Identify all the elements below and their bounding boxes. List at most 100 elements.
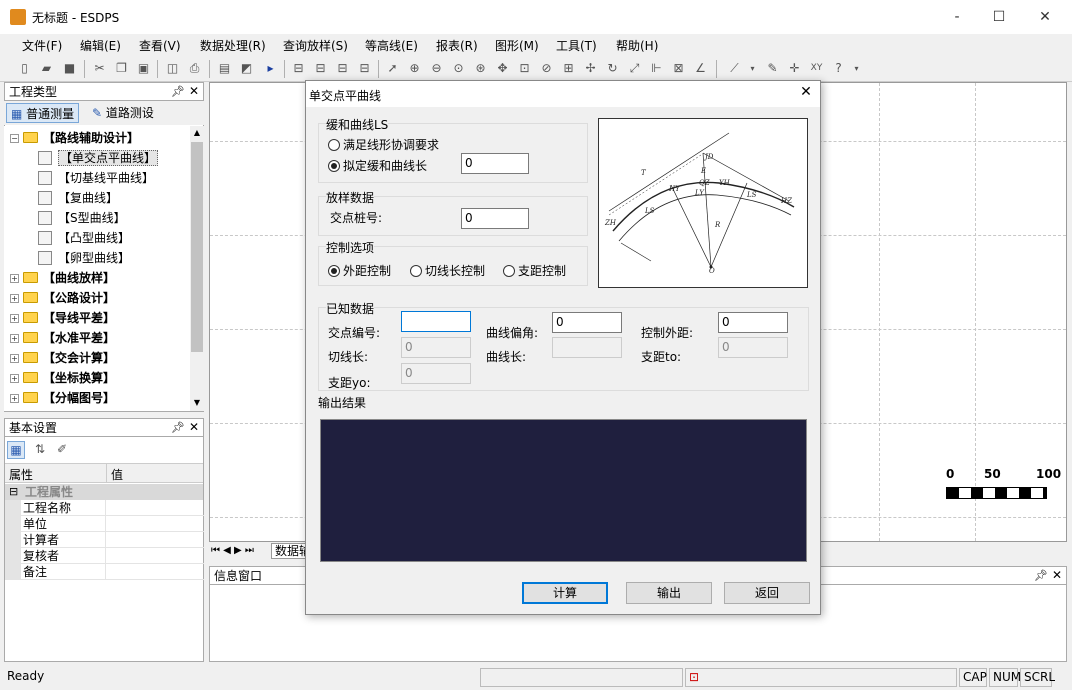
- tree-scroll-thumb[interactable]: [191, 142, 203, 352]
- scale-icon[interactable]: ⤢: [626, 60, 643, 77]
- pen-icon[interactable]: ✎: [764, 60, 781, 77]
- back-button[interactable]: 返回: [724, 582, 810, 604]
- calculate-button[interactable]: 计算: [522, 582, 608, 604]
- tree-leaf-item[interactable]: 【切基线平曲线】: [38, 168, 154, 188]
- xy-coordinate-icon[interactable]: XY: [808, 60, 825, 77]
- zoom-out-icon[interactable]: ⊖: [428, 60, 445, 77]
- tree-folder-item[interactable]: + 【交会计算】: [10, 348, 115, 368]
- pan-icon[interactable]: ✥: [494, 60, 511, 77]
- properties-icon[interactable]: ✐: [53, 441, 71, 459]
- menu-data-processing[interactable]: 数据处理(R): [200, 37, 266, 54]
- export-button[interactable]: 输出: [626, 582, 712, 604]
- tab-general-survey[interactable]: ▦ 普通测量: [6, 103, 80, 123]
- expand-icon[interactable]: +: [10, 274, 19, 283]
- tree-folder-item[interactable]: − 【路线辅助设计】: [10, 128, 139, 148]
- offset-icon[interactable]: ⊠: [670, 60, 687, 77]
- move-icon[interactable]: ✢: [582, 60, 599, 77]
- zoom-in-icon[interactable]: ⊕: [406, 60, 423, 77]
- minimize-button[interactable]: -: [934, 0, 980, 34]
- tree-folder-item[interactable]: + 【导线平差】: [10, 308, 115, 328]
- tree-leaf-item[interactable]: 【S型曲线】: [38, 208, 126, 228]
- pin-icon[interactable]: 📌︎: [1034, 569, 1048, 582]
- angle-icon[interactable]: ∠: [692, 60, 709, 77]
- menu-contour[interactable]: 等高线(E): [365, 37, 418, 54]
- tree-folder-item[interactable]: + 【公路设计】: [10, 288, 115, 308]
- tree-leaf-item[interactable]: 【凸型曲线】: [38, 228, 130, 248]
- crosshair-icon[interactable]: ✛: [786, 60, 803, 77]
- tree-folder-item[interactable]: + 【曲线放样】: [10, 268, 115, 288]
- tab-road-survey[interactable]: ✎ 道路测设: [88, 103, 158, 123]
- categorized-icon[interactable]: ▦: [7, 441, 25, 459]
- zoom-window-icon[interactable]: ⊙: [450, 60, 467, 77]
- close-icon[interactable]: ✕: [189, 84, 199, 98]
- layer-last-icon[interactable]: ⊟: [356, 60, 373, 77]
- expand-icon[interactable]: +: [10, 394, 19, 403]
- menu-tools[interactable]: 工具(T): [556, 37, 597, 54]
- tree-folder-item[interactable]: + 【水准平差】: [10, 328, 115, 348]
- dropdown-arrow-icon[interactable]: ▾: [744, 60, 761, 77]
- control-external-input[interactable]: 0: [718, 312, 788, 333]
- zoom-extents-icon[interactable]: ⊡: [516, 60, 533, 77]
- print-preview-icon[interactable]: ◫: [164, 60, 181, 77]
- ls-option-preset[interactable]: 拟定缓和曲线长: [328, 157, 427, 174]
- layer-first-icon[interactable]: ⊟: [290, 60, 307, 77]
- menu-file[interactable]: 文件(F): [22, 37, 62, 54]
- new-file-icon[interactable]: ▯: [16, 60, 33, 77]
- expand-icon[interactable]: +: [10, 354, 19, 363]
- menu-help[interactable]: 帮助(H): [616, 37, 658, 54]
- control-option-external[interactable]: 外距控制: [328, 262, 391, 279]
- menu-graphics[interactable]: 图形(M): [495, 37, 539, 54]
- mirror-icon[interactable]: ⊩: [648, 60, 665, 77]
- layer-prev-icon[interactable]: ⊟: [312, 60, 329, 77]
- close-icon[interactable]: ✕: [189, 420, 199, 434]
- control-option-tangent[interactable]: 切线长控制: [410, 262, 485, 279]
- menu-query-stakeout[interactable]: 查询放样(S): [283, 37, 348, 54]
- menu-edit[interactable]: 编辑(E): [80, 37, 121, 54]
- zoom-previous-icon[interactable]: ⊘: [538, 60, 555, 77]
- maximize-button[interactable]: ☐: [976, 0, 1022, 34]
- pointer-icon[interactable]: ➚: [384, 60, 401, 77]
- line-icon[interactable]: ⟋: [726, 60, 743, 77]
- tree-folder-item[interactable]: + 【坐标换算】: [10, 368, 115, 388]
- ls-length-input[interactable]: 0: [461, 153, 529, 174]
- open-folder-icon[interactable]: ▰: [38, 60, 55, 77]
- tree-leaf-item[interactable]: 【卵型曲线】: [38, 248, 130, 268]
- paste-icon[interactable]: ▣: [135, 60, 152, 77]
- zoom-realtime-icon[interactable]: ⊛: [472, 60, 489, 77]
- expand-icon[interactable]: +: [10, 314, 19, 323]
- collapse-icon[interactable]: −: [10, 134, 19, 143]
- deflection-angle-input[interactable]: 0: [552, 312, 622, 333]
- help-icon[interactable]: ?: [830, 60, 847, 77]
- scroll-down-icon[interactable]: ▼: [191, 398, 203, 407]
- scroll-up-icon[interactable]: ▲: [191, 128, 203, 137]
- expand-icon[interactable]: +: [10, 334, 19, 343]
- close-window-button[interactable]: ✕: [1022, 0, 1068, 34]
- pin-icon[interactable]: 📌︎: [171, 421, 185, 434]
- control-option-offset[interactable]: 支距控制: [503, 262, 566, 279]
- output-result-box[interactable]: [320, 419, 807, 562]
- jd-stake-input[interactable]: 0: [461, 208, 529, 229]
- expand-icon[interactable]: +: [10, 294, 19, 303]
- cut-icon[interactable]: ✂: [91, 60, 108, 77]
- tree-leaf-item[interactable]: 【复曲线】: [38, 188, 118, 208]
- play-arrow-icon[interactable]: ▸: [262, 60, 279, 77]
- copy-icon[interactable]: ❐: [113, 60, 130, 77]
- dialog-close-button[interactable]: ✕: [794, 84, 818, 104]
- tree-folder-item[interactable]: + 【分幅图号】: [10, 388, 115, 408]
- pin-icon[interactable]: 📌︎: [171, 85, 185, 98]
- menu-report[interactable]: 报表(R): [436, 37, 478, 54]
- select-area-icon[interactable]: ⊞: [560, 60, 577, 77]
- tree-leaf-item[interactable]: 【单交点平曲线】: [38, 148, 159, 168]
- layer-next-icon[interactable]: ⊟: [334, 60, 351, 77]
- image-icon[interactable]: ▤: [216, 60, 233, 77]
- sorted-icon[interactable]: ⇅: [31, 441, 49, 459]
- ls-option-harmony[interactable]: 满足线形协调要求: [328, 136, 439, 153]
- menu-view[interactable]: 查看(V): [139, 37, 181, 54]
- expand-icon[interactable]: +: [10, 374, 19, 383]
- chart-icon[interactable]: ◩: [238, 60, 255, 77]
- close-icon[interactable]: ✕: [1052, 568, 1062, 582]
- print-icon[interactable]: ⎙: [186, 60, 203, 77]
- toolbar-overflow-icon[interactable]: ▾: [848, 60, 865, 77]
- collapse-icon[interactable]: ⊟: [9, 484, 18, 500]
- save-icon[interactable]: ■: [61, 60, 78, 77]
